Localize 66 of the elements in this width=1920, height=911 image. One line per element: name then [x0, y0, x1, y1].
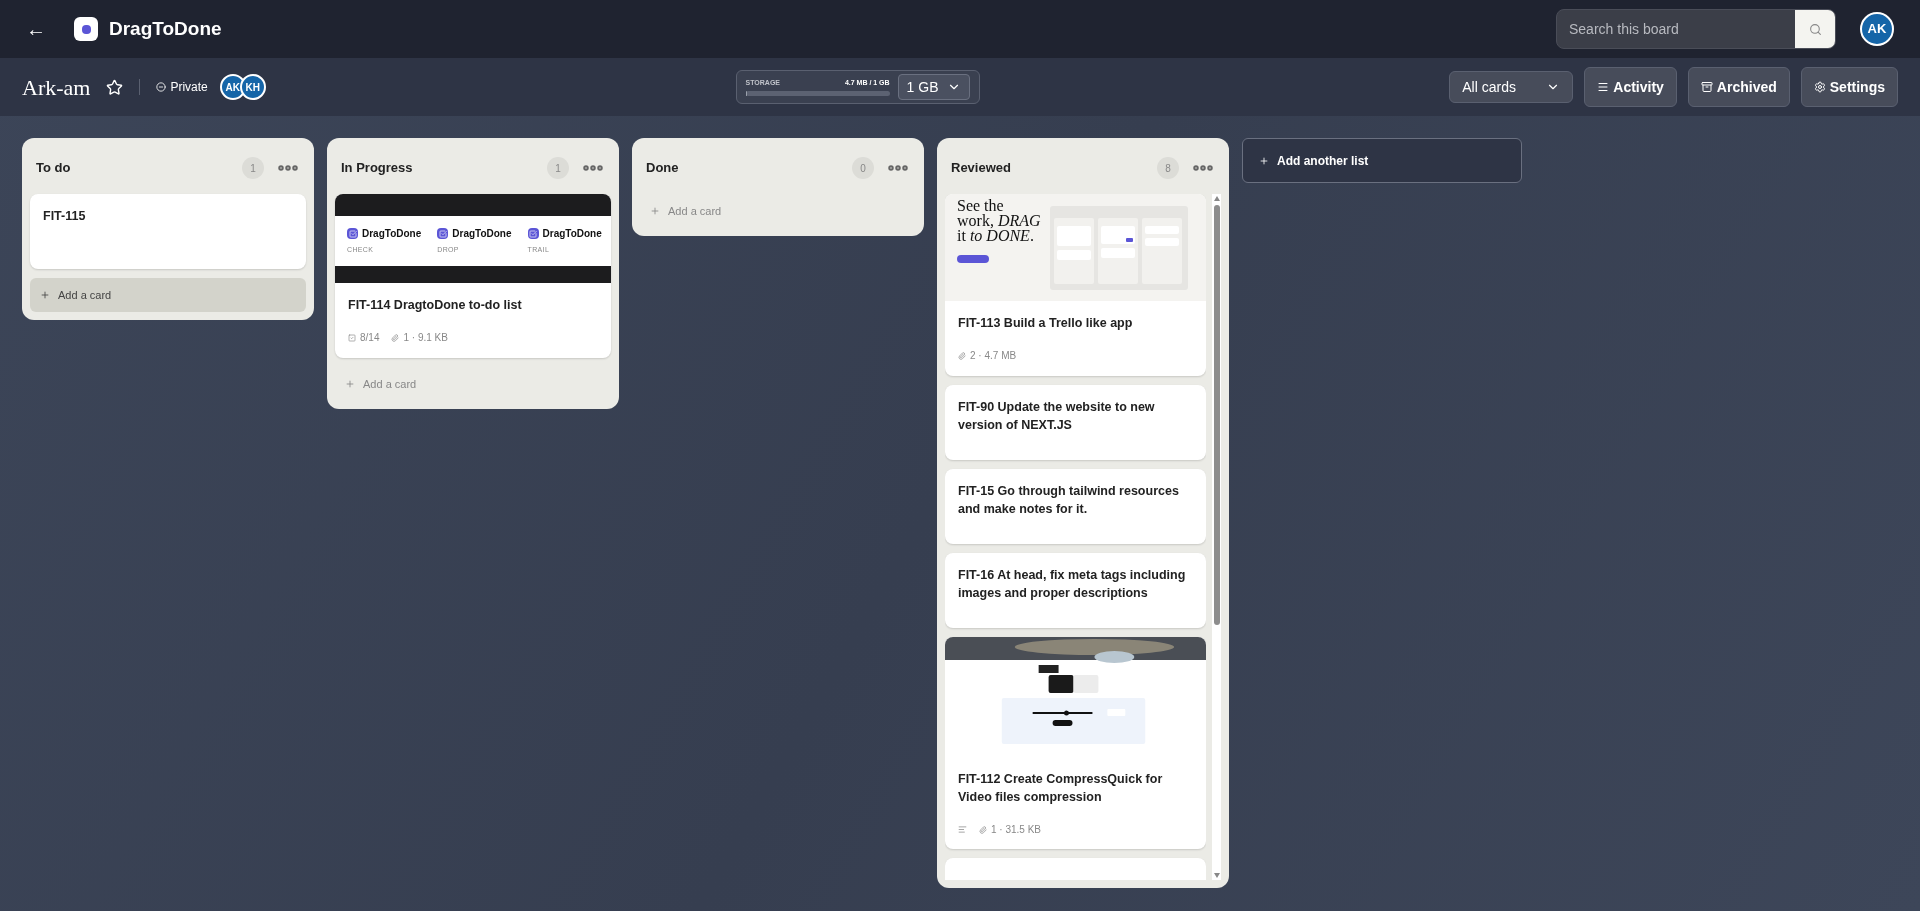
member-avatar[interactable]: KH: [239, 74, 266, 100]
attachment-icon: [958, 351, 966, 360]
search-field[interactable]: Search this board: [1556, 9, 1836, 49]
task-card[interactable]: FIT-90 Update the website to new version of NEXT.JS: [945, 385, 1206, 460]
hero-headline: See the work, DRAG it to DONE.: [957, 198, 1042, 243]
toolbar-button[interactable]: Activity: [1584, 67, 1677, 107]
user-avatar[interactable]: AK: [1860, 12, 1894, 46]
scroll-up-icon[interactable]: [1213, 196, 1220, 201]
task-card[interactable]: FIT-15 Go through tailwind resources and make notes for it.: [945, 469, 1206, 544]
attachment-info: 1 · 31.5 KB: [991, 823, 1042, 837]
task-card[interactable]: FIT-115: [30, 194, 306, 269]
app-logo-icon: [527, 228, 539, 240]
star-icon[interactable]: [106, 78, 124, 96]
add-list-button[interactable]: Add another list: [1242, 138, 1522, 183]
plus-icon: [345, 379, 355, 389]
app-name: DragToDone: [542, 227, 602, 242]
list-title: To do: [36, 159, 72, 178]
app-logo-icon: [437, 228, 449, 240]
list-title: Reviewed: [951, 159, 1012, 178]
search-icon[interactable]: [1808, 22, 1822, 36]
board-title: Ark-am: [22, 73, 91, 102]
card-filter-dropdown[interactable]: All cards: [1449, 71, 1574, 103]
attachment-info: 2 · 4.7 MB: [970, 349, 1017, 363]
archive-icon: [1700, 81, 1713, 93]
card-count: 1: [547, 157, 569, 179]
card-title: FIT-114 DragtoDone to-do list: [348, 297, 523, 314]
private-icon: [156, 82, 167, 92]
attachment-icon: [391, 333, 400, 342]
toolbar-button[interactable]: Archived: [1687, 67, 1790, 107]
task-card[interactable]: FIT-16 At head, fix meta tags including images and proper descriptions: [945, 553, 1206, 628]
app-logo-icon: [347, 228, 358, 240]
attachment-icon: [979, 825, 987, 834]
app-name: DragToDone: [109, 16, 222, 41]
list-title: In Progress: [341, 159, 414, 178]
hero-button: [957, 255, 989, 263]
card-title: FIT-90 Update the website to new version of NEXT.JS: [958, 399, 1156, 434]
plus-icon: [650, 206, 660, 216]
card-title: FIT-15 Go through tailwind resources and make notes for it.: [958, 483, 1180, 518]
task-card[interactable]: FIT-112 Create CompressQuick for Video files compression 1 · 31.5 KB: [945, 637, 1206, 849]
card-title: FIT-115: [43, 208, 87, 225]
card-count: 0: [852, 157, 874, 179]
task-card[interactable]: See the work, DRAG it to DONE. FIT-113 Build a Trello like app 2 · 4.7 MB: [945, 194, 1206, 376]
checklist-icon: [348, 333, 356, 342]
search-input[interactable]: Search this board: [1557, 10, 1795, 48]
card-title: FIT-112 Create CompressQuick for Video files compression: [958, 771, 1164, 806]
plus-icon: [40, 290, 50, 300]
card-title: FIT-16 At head, fix meta tags including images and proper descriptions: [958, 567, 1187, 602]
app-logo-icon: [74, 17, 98, 41]
visibility-label[interactable]: Private: [170, 78, 208, 96]
card-title: FIT-113 Build a Trello like app: [958, 315, 1134, 332]
plus-icon: [1259, 155, 1269, 166]
card-count: 1: [242, 157, 264, 179]
settings-icon: [1813, 81, 1826, 93]
checklist-count: 8/14: [360, 331, 380, 345]
scrollbar[interactable]: [1212, 194, 1221, 880]
list-title: Done: [646, 159, 680, 178]
attachment-info: 1 · 9.1 KB: [403, 331, 448, 345]
card-count: 8: [1157, 157, 1179, 179]
scroll-down-icon[interactable]: [1213, 873, 1220, 878]
plan-dropdown[interactable]: 1 GB: [897, 74, 970, 100]
toolbar-button[interactable]: Settings: [1800, 67, 1898, 107]
back-button[interactable]: ←: [26, 14, 46, 44]
list-icon: [1597, 81, 1610, 93]
add-card-button[interactable]: Add a card: [30, 278, 306, 312]
app-name: DragToDone: [452, 227, 512, 242]
app-name: DragToDone: [362, 227, 422, 242]
